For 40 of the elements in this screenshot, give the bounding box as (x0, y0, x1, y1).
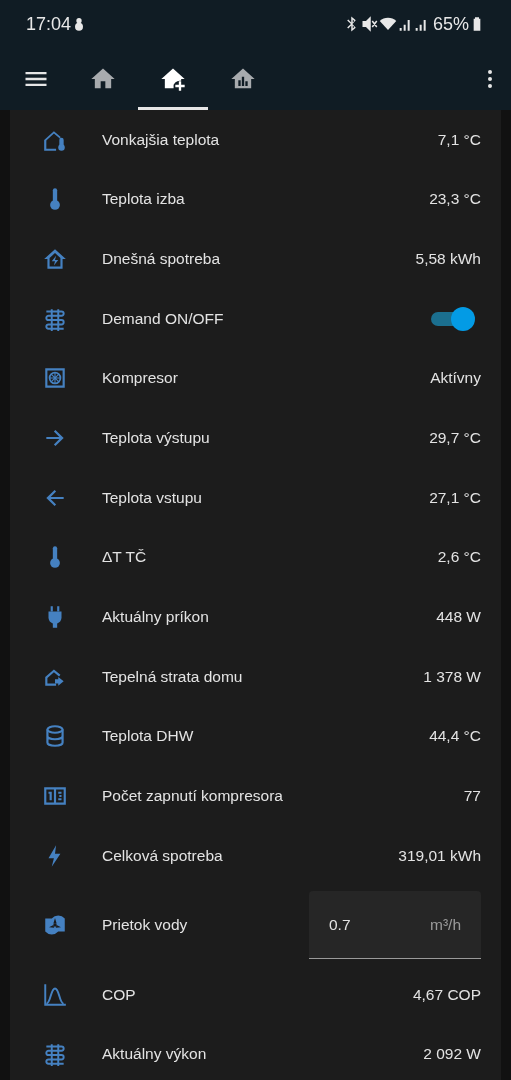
clock: 17:04 (26, 13, 72, 35)
battery-percentage: 65% (432, 13, 469, 35)
entity-value: 7,1 °C (437, 130, 481, 149)
entity-name: Aktuálny príkon (102, 608, 210, 627)
bell-curve-icon (42, 981, 68, 1008)
entity-name: Dnešná spotreba (102, 250, 222, 269)
more-icon (487, 68, 493, 90)
entity-value: Aktívny (430, 369, 481, 388)
unit-label: m³/h (430, 915, 461, 934)
entity-name: COP (102, 985, 137, 1004)
number-field[interactable]: 0.7 m³/h (309, 891, 481, 960)
entity-name: Počet zapnutí kompresora (102, 787, 284, 806)
entity-name: Teplota výstupu (102, 429, 211, 448)
entity-name: Demand ON/OFF (102, 309, 225, 328)
entity-value: 27,1 °C (429, 488, 481, 507)
coil-icon (42, 1041, 68, 1068)
entity-value: 23,3 °C (429, 190, 481, 209)
entity-value: 1 378 W (423, 667, 481, 686)
entity-name: Prietok vody (102, 916, 189, 935)
entity-value: 44,4 °C (429, 727, 481, 746)
entity-name: Aktuálny výkon (102, 1045, 208, 1064)
entity-name: Celková spotreba (102, 846, 224, 865)
entity-name: Teplota vstupu (102, 488, 203, 507)
entity-name: Tepelná strata domu (102, 667, 244, 686)
mute-icon (360, 15, 379, 33)
entity-value: 2 092 W (423, 1045, 481, 1064)
entity-value: 448 W (436, 608, 481, 627)
toggle-switch[interactable] (429, 306, 475, 331)
entity-name: Teplota DHW (102, 727, 195, 746)
entity-name: Vonkajšia teplota (102, 130, 221, 149)
field-value: 0.7 (329, 915, 352, 934)
entity-value: 5,58 kWh (415, 250, 481, 269)
entity-name: Teplota izba (102, 190, 186, 209)
entity-value: 77 (463, 787, 481, 806)
entity-value: 319,01 kWh (398, 846, 481, 865)
entity-name: ΔT TČ (102, 548, 148, 567)
entity-name: Kompresor (102, 369, 179, 388)
entity-value: 29,7 °C (429, 429, 481, 448)
entity-value: 2,6 °C (437, 548, 481, 567)
entity-value: 4,67 COP (412, 985, 481, 1004)
